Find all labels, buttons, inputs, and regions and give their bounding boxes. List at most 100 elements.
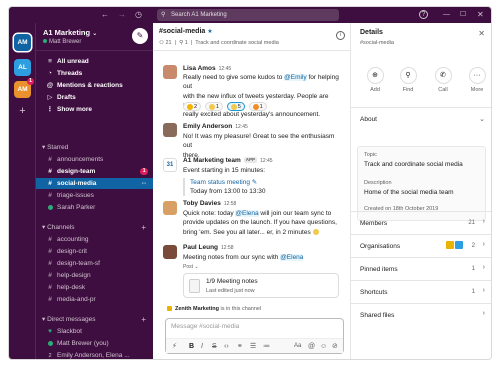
message-author[interactable]: Emily Anderson: [183, 123, 232, 130]
message-time[interactable]: 12:58: [224, 201, 237, 207]
message-author[interactable]: Paul Leung: [183, 244, 218, 251]
sidebar-item-sarah-parker[interactable]: Sarah Parker: [36, 202, 153, 213]
members-icon[interactable]: ⚇: [159, 40, 164, 46]
pin-icon[interactable]: ⚲: [179, 40, 183, 46]
add-dm-icon[interactable]: +: [141, 314, 146, 325]
current-user-name: Matt Brewer: [49, 39, 82, 45]
find-button[interactable]: ⚲ Find: [395, 67, 421, 93]
sidebar-item-triage-issues[interactable]: # triage-issues: [36, 190, 153, 201]
ordered-list-icon[interactable]: ☰: [250, 342, 256, 351]
chevron-down-icon[interactable]: ⌄: [194, 264, 198, 270]
sidebar-item-all-unread[interactable]: ≡ All unread: [36, 56, 153, 67]
message-time[interactable]: 12:45: [260, 158, 273, 164]
avatar[interactable]: [163, 201, 177, 215]
chevron-down-icon[interactable]: ⌄: [479, 115, 485, 123]
help-icon[interactable]: ?: [419, 10, 428, 19]
sidebar-item-accounting[interactable]: # accounting: [36, 234, 153, 245]
italic-icon[interactable]: I: [201, 342, 203, 351]
avatar[interactable]: [163, 65, 177, 79]
user-mention[interactable]: @Elena: [235, 210, 259, 217]
more-button[interactable]: ··· More: [464, 67, 490, 93]
section-starred[interactable]: ▾ Starred: [36, 142, 153, 153]
compose-icon[interactable]: ✎: [132, 28, 148, 44]
clock-icon[interactable]: ◷: [135, 10, 142, 20]
code-icon[interactable]: ‹›: [224, 342, 229, 351]
add-channel-icon[interactable]: +: [141, 222, 146, 233]
shortcuts-section[interactable]: Shortcuts 1 ›: [351, 280, 491, 303]
call-button[interactable]: ✆ Call: [430, 67, 456, 93]
star-icon[interactable]: ★: [207, 29, 212, 35]
sidebar-item-threads[interactable]: ◔ Threads: [36, 68, 153, 79]
reaction-clap[interactable]: 1: [204, 102, 223, 111]
sidebar-item-group-dm[interactable]: 2 Emily Anderson, Elena ...: [36, 350, 153, 359]
member-count[interactable]: 21: [165, 40, 171, 46]
workspace-unread-badge: 1: [27, 78, 34, 85]
link-icon[interactable]: ⚭: [237, 342, 243, 351]
sidebar-item-social-media[interactable]: # social-media ⇔: [36, 178, 153, 189]
workspace-switcher-al[interactable]: AL: [14, 59, 31, 76]
event-title[interactable]: Team status meeting: [190, 179, 250, 186]
avatar[interactable]: [163, 245, 177, 259]
sidebar-item-design-crit[interactable]: # design-crit: [36, 246, 153, 257]
calendar-icon[interactable]: 31: [163, 158, 177, 172]
minimize-icon[interactable]: —: [443, 10, 450, 20]
message-time[interactable]: 12:58: [221, 245, 234, 251]
message-input[interactable]: [171, 323, 339, 330]
sidebar-item-media-and-pr[interactable]: # media-and-pr: [36, 294, 153, 305]
workspace-header[interactable]: A1 Marketing ⌄ Matt Brewer ✎: [36, 23, 153, 51]
sidebar-item-help-design[interactable]: # help-design: [36, 270, 153, 281]
sidebar-item-show-more[interactable]: ⋮ Show more: [36, 104, 153, 115]
strikethrough-icon[interactable]: S: [212, 342, 217, 351]
message-time[interactable]: 12:45: [219, 66, 232, 72]
avatar[interactable]: [163, 123, 177, 137]
sidebar-item-matt-brewer[interactable]: Matt Brewer (you): [36, 338, 153, 349]
arrow-right-icon[interactable]: →: [118, 10, 126, 20]
members-section[interactable]: Members 21 ›: [351, 211, 491, 234]
section-channels[interactable]: ▾ Channels +: [36, 222, 153, 233]
channel-name[interactable]: #social-media: [159, 28, 205, 35]
message-text: No! It was my pleasure! Great to see the…: [183, 133, 335, 159]
info-icon[interactable]: i: [336, 31, 345, 40]
user-mention[interactable]: @Emily: [284, 74, 307, 81]
file-attachment[interactable]: 1/9 Meeting notes Last edited just now: [183, 273, 339, 298]
sidebar-item-drafts[interactable]: ▷ Drafts: [36, 92, 153, 103]
workspace-switcher-a1-marketing[interactable]: AM: [14, 34, 31, 51]
message-author[interactable]: Lisa Amos: [183, 65, 216, 72]
pinned-items-section[interactable]: Pinned items 1 ›: [351, 257, 491, 280]
text-format-icon[interactable]: Aa: [294, 342, 301, 351]
add-member-button[interactable]: ⊕ Add: [362, 67, 388, 93]
lightning-icon[interactable]: ⚡: [172, 342, 177, 351]
channel-topic[interactable]: Track and coordinate social media: [195, 40, 279, 46]
pin-count[interactable]: 1: [185, 40, 188, 46]
about-title[interactable]: About: [360, 116, 377, 123]
bold-icon[interactable]: B: [189, 342, 194, 351]
hash-icon: #: [48, 272, 52, 279]
sidebar-item-mentions[interactable]: @ Mentions & reactions: [36, 80, 153, 91]
message-author[interactable]: A1 Marketing team: [183, 157, 241, 164]
section-direct-messages[interactable]: ▾ Direct messages +: [36, 314, 153, 325]
sidebar-item-help-desk[interactable]: # help-desk: [36, 282, 153, 293]
close-window-icon[interactable]: ✕: [477, 10, 484, 20]
shared-files-section[interactable]: Shared files ›: [351, 303, 491, 359]
maximize-icon[interactable]: ☐: [460, 10, 466, 20]
attachment-icon[interactable]: ⊘: [332, 342, 338, 351]
sidebar-item-announcements[interactable]: # announcements: [36, 154, 153, 165]
search-input[interactable]: ⚲ Search A1 Marketing: [157, 9, 339, 21]
organisations-section[interactable]: Organisations 2 ›: [351, 234, 491, 257]
reaction-party[interactable]: 2: [183, 102, 202, 111]
reaction-heart-eyes[interactable]: 1: [248, 102, 267, 111]
mention-icon[interactable]: @: [308, 342, 315, 351]
emoji-icon[interactable]: ☺: [320, 342, 327, 351]
org-name[interactable]: Zenith Marketing: [175, 306, 219, 312]
sidebar-item-design-team[interactable]: # design-team 1: [36, 166, 153, 177]
sidebar-item-design-team-sf[interactable]: # design-team-sf: [36, 258, 153, 269]
message-author[interactable]: Toby Davies: [183, 200, 221, 207]
user-mention[interactable]: @Elena: [280, 254, 304, 261]
sidebar-item-slackbot[interactable]: ♥ Slackbot: [36, 326, 153, 337]
arrow-left-icon[interactable]: ←: [101, 10, 109, 20]
bulleted-list-icon[interactable]: ≔: [263, 342, 270, 351]
reaction-wave[interactable]: 5: [226, 102, 245, 111]
add-workspace-button[interactable]: +: [14, 103, 31, 120]
message-time[interactable]: 12:45: [235, 124, 248, 130]
close-icon[interactable]: ✕: [478, 29, 485, 38]
